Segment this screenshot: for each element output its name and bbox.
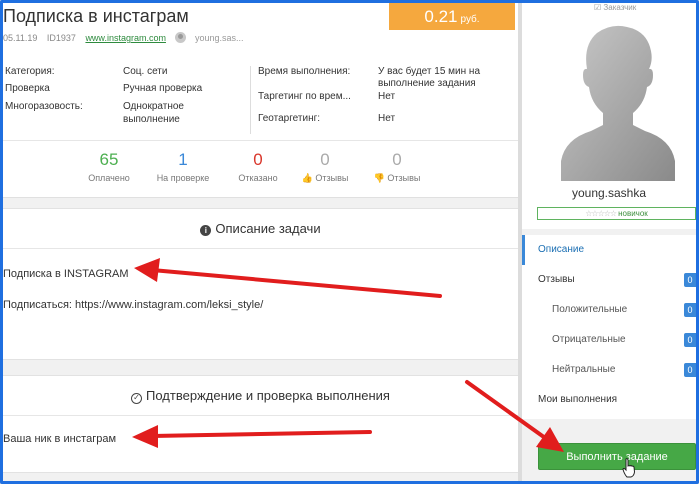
menu-item-label: Положительные: [552, 304, 628, 315]
profile-avatar-icon: [561, 25, 675, 181]
info-value: Однократное: [123, 101, 184, 112]
rank-badge: ☆☆☆☆☆ новичок: [537, 207, 696, 220]
rating-stars-icon: ☆☆☆☆☆: [585, 209, 617, 218]
sidebar: ☑ Заказчик young.sashka ☆☆☆☆☆ новичок Опи…: [522, 3, 696, 481]
thumbs-down-icon: 👎: [373, 173, 385, 183]
price-badge: 0.21 руб.: [389, 3, 515, 30]
customer-tag-text: Заказчик: [603, 3, 637, 12]
info-icon: i: [200, 225, 212, 236]
complete-task-button[interactable]: Выполнить задание: [538, 443, 696, 470]
stat-on-review: 1 На проверке: [148, 150, 218, 184]
profile-username[interactable]: young.sashka: [522, 186, 696, 200]
menu-item-label: Описание: [538, 244, 585, 255]
menu-item-negative[interactable]: Отрицательные 0: [522, 325, 696, 355]
menu-item-label: Нейтральные: [552, 364, 616, 375]
menu-item-my-completions[interactable]: Мои выполнения: [522, 385, 696, 415]
stat-label-text: Отзывы: [315, 173, 349, 183]
price-currency: руб.: [460, 14, 480, 25]
neutral-count-badge: 0: [684, 363, 696, 377]
task-meta: 05.11.19 ID1937 www.instagram.com young.…: [3, 32, 251, 43]
task-author[interactable]: young.sas...: [195, 33, 244, 43]
checkbox-icon: ☑: [594, 3, 602, 12]
customer-card: ☑ Заказчик young.sashka ☆☆☆☆☆ новичок: [522, 3, 696, 229]
info-value: Ручная проверка: [123, 83, 203, 94]
task-main: Подписка в инстаграм 0.21 руб. 05.11.19 I…: [3, 3, 518, 481]
positive-count-badge: 0: [684, 303, 696, 317]
stat-label: 👍 Отзывы: [290, 173, 360, 184]
description-heading: i Описание задачи: [3, 209, 518, 249]
info-divider: [250, 66, 251, 134]
stat-label: На проверке: [156, 173, 210, 183]
info-value: выполнение: [123, 114, 180, 125]
task-id: ID1937: [46, 33, 76, 43]
price-amount: 0.21: [424, 7, 458, 26]
info-label: Категория:: [5, 66, 55, 77]
confirmation-heading: ✓ Подтверждение и проверка выполнения: [3, 376, 518, 416]
confirmation-line: Ваша ник в инстаграм: [3, 433, 117, 445]
description-heading-text: Описание задачи: [215, 221, 321, 236]
stat-value: 1: [178, 150, 188, 169]
check-circle-icon: ✓: [131, 393, 143, 404]
info-value: Соц. сети: [123, 66, 168, 77]
stat-reviews-positive[interactable]: 0 👍 Отзывы: [290, 151, 360, 184]
stat-label-text: Отзывы: [387, 173, 421, 183]
info-label: Таргетинг по врем...: [258, 91, 351, 102]
info-value: Нет: [378, 113, 396, 124]
info-value: У вас будет 15 мин на: [378, 66, 481, 77]
stat-value: 65: [99, 150, 119, 169]
task-date: 05.11.19: [3, 33, 38, 43]
stat-label: Отказано: [238, 173, 278, 183]
stat-label: 👎 Отзывы: [362, 173, 432, 184]
description-line: Подписка в INSTAGRAM: [3, 268, 129, 280]
info-label: Проверка: [5, 83, 50, 94]
stat-reviews-negative[interactable]: 0 👎 Отзывы: [362, 151, 432, 184]
info-label: Время выполнения:: [258, 66, 351, 77]
menu-item-label: Мои выполнения: [538, 394, 618, 405]
stat-value: 0: [320, 150, 330, 169]
info-value: выполнение задания: [378, 78, 476, 89]
stats-divider: [3, 140, 518, 141]
info-label: Многоразовость:: [5, 101, 83, 112]
stat-label: Оплачено: [88, 173, 130, 183]
negative-count-badge: 0: [684, 333, 696, 347]
stat-value: 0: [392, 150, 402, 169]
hand-cursor-icon: [622, 458, 636, 478]
info-value: Нет: [378, 91, 396, 102]
menu-item-positive[interactable]: Положительные 0: [522, 295, 696, 325]
sidebar-menu: Описание Отзывы 0 Положительные 0 Отрица…: [522, 235, 696, 419]
reviews-count-badge: 0: [684, 273, 696, 287]
task-title: Подписка в инстаграм: [3, 6, 189, 26]
description-line: Подписаться: https://www.instagram.com/l…: [3, 299, 264, 311]
thumbs-up-icon: 👍: [301, 173, 313, 183]
stat-value: 0: [253, 150, 263, 169]
rank-text: новичок: [618, 209, 648, 218]
info-label: Геотаргетинг:: [258, 113, 321, 124]
menu-item-neutral[interactable]: Нейтральные 0: [522, 355, 696, 385]
confirmation-panel: ✓ Подтверждение и проверка выполнения Ваш…: [3, 375, 518, 473]
customer-tag: ☑ Заказчик: [594, 3, 636, 12]
user-avatar-icon: [175, 32, 187, 43]
menu-item-label: Отрицательные: [552, 334, 626, 345]
description-panel: i Описание задачи Подписка в INSTAGRAM По…: [3, 208, 518, 360]
task-link[interactable]: www.instagram.com: [85, 33, 166, 43]
menu-item-description[interactable]: Описание: [522, 235, 696, 265]
menu-item-reviews[interactable]: Отзывы 0: [522, 265, 696, 295]
menu-item-label: Отзывы: [538, 274, 575, 285]
task-header-card: Подписка в инстаграм 0.21 руб. 05.11.19 I…: [3, 3, 518, 198]
stat-paid: 65 Оплачено: [74, 150, 144, 184]
confirmation-heading-text: Подтверждение и проверка выполнения: [146, 388, 390, 403]
stat-rejected: 0 Отказано: [223, 150, 293, 184]
